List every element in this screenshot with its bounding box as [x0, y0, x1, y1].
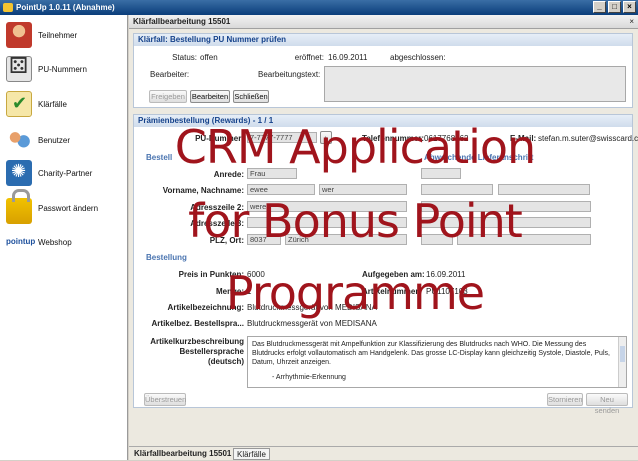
resend-button[interactable]: Neu senden — [586, 393, 628, 415]
sidebar-item-label: Charity-Partner — [38, 168, 93, 178]
editing-text-label: Bearbeitungstext: — [258, 70, 321, 79]
case-panel: Klärfall: Bestellung PU Nummer prüfen St… — [133, 33, 633, 108]
sidebar-item-label: Benutzer — [38, 135, 71, 145]
status-bar: Klärfallbearbeitung 15501 Klärfälle — [129, 446, 638, 460]
main-panel-close-icon[interactable]: × — [629, 15, 634, 29]
sidebar-item-label: Teilnehmer — [38, 30, 78, 40]
order-section-title: Bestellung — [146, 253, 187, 262]
article-long-scrollbar[interactable] — [618, 337, 626, 387]
editor-label: Bearbeiter: — [150, 70, 190, 79]
window-title-bar: PointUp 1.0.11 (Abnahme) _ □ × — [0, 0, 638, 15]
case-panel-title: Klärfall: Bestellung PU Nummer prüfen — [134, 34, 632, 46]
lock-icon — [6, 189, 32, 224]
editing-text-area[interactable] — [324, 66, 626, 102]
article-long-text: Das Blutdruckmessgerät mit Ampelfunktion… — [252, 341, 610, 366]
cancel-order-button[interactable]: Stornieren — [547, 393, 583, 406]
article-long-label-3: (deutsch) — [208, 357, 244, 366]
opened-label: eröffnet: — [294, 53, 324, 62]
article-long-text-bullet: - Arrhythmie-Erkennung — [272, 374, 346, 381]
sidebar-item-label: Passwort ändern — [38, 203, 99, 213]
override-button[interactable]: Überstreuen — [144, 393, 186, 406]
article-long-label-2: Bestellersprache — [179, 347, 244, 356]
status-value: offen — [200, 53, 218, 62]
overlay-caption-line-1: CRM Application — [174, 120, 536, 174]
sidebar-item-klaerfaelle[interactable]: Klärfälle — [0, 87, 128, 121]
pointup-logo-icon: pointup — [6, 237, 36, 246]
article-long-label-1: Artikelkurzbeschreibung — [150, 337, 244, 346]
un-emblem-icon — [6, 160, 32, 186]
release-button[interactable]: Freigeben — [149, 90, 187, 103]
sidebar-item-teilnehmer[interactable]: Teilnehmer — [0, 18, 128, 52]
app-icon — [3, 3, 13, 12]
users-icon — [6, 127, 32, 153]
closed-label: abgeschlossen: — [390, 53, 446, 62]
edit-button[interactable]: Bearbeiten — [190, 90, 230, 103]
overlay-caption-line-2: for Bonus Point — [188, 194, 523, 248]
window-title: PointUp 1.0.11 (Abnahme) — [16, 3, 115, 12]
article-long-textarea[interactable]: Das Blutdruckmessgerät mit Ampelfunktion… — [247, 336, 627, 388]
checklist-icon — [6, 91, 32, 117]
article-desc-lang-value: Blutdruckmessgerät von MEDISANA — [247, 319, 377, 328]
sidebar-item-label: PU-Nummern — [38, 64, 87, 74]
dice-icon — [6, 53, 32, 82]
close-case-button[interactable]: Schließen — [233, 90, 269, 103]
sidebar-item-label: Klärfälle — [38, 99, 67, 109]
maximize-button[interactable]: □ — [608, 1, 621, 13]
sidebar-item-pu-nummern[interactable]: PU-Nummern — [0, 52, 128, 86]
status-label: Status: — [172, 53, 197, 62]
main-panel-header: Klärfallbearbeitung 15501 × — [129, 15, 638, 29]
overlay-caption-line-3: Programme — [225, 266, 485, 320]
main-panel-title: Klärfallbearbeitung 15501 — [133, 17, 231, 26]
sidebar-item-label: Webshop — [38, 237, 72, 247]
tab-klaerfaelle[interactable]: Klärfälle — [233, 448, 270, 460]
minimize-button[interactable]: _ — [593, 1, 606, 13]
participant-icon — [6, 22, 32, 48]
close-button[interactable]: × — [623, 1, 636, 13]
opened-value: 16.09.2011 — [328, 53, 368, 62]
tab-klaerfallbearbeitung[interactable]: Klärfallbearbeitung 15501 — [131, 448, 234, 460]
article-desc-lang-label: Artikelbez. Bestellspra... — [151, 319, 244, 328]
